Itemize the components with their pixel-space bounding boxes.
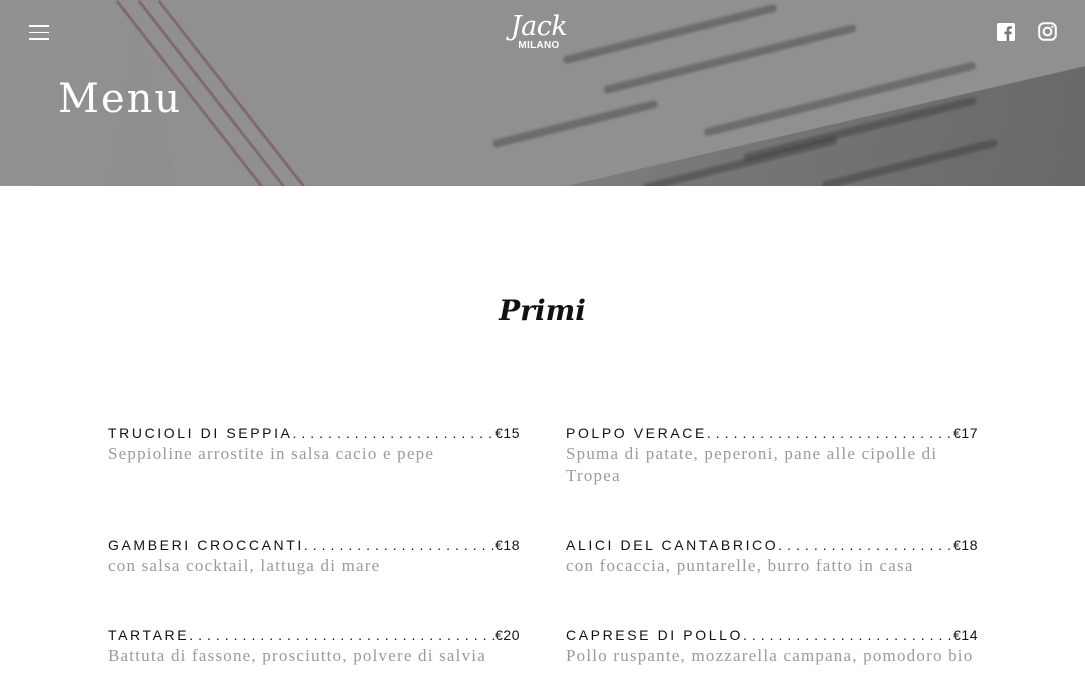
section-title: Primi (499, 294, 586, 327)
menu-item-description: con focaccia, puntarelle, burro fatto in… (566, 556, 914, 575)
hamburger-line (29, 31, 49, 33)
menu-item-leader-dots: ........................................… (742, 627, 953, 643)
menu-item: TARTARE ................................… (108, 627, 520, 667)
menu-item-leader-dots: ........................................… (303, 537, 495, 553)
menu-item: CAPRESE DI POLLO .......................… (566, 627, 978, 667)
logo-script: Jack (510, 11, 568, 42)
instagram-icon[interactable] (1038, 22, 1057, 41)
hamburger-line (29, 25, 49, 27)
menu-item-description: Spuma di patate, peperoni, pane alle cip… (566, 444, 938, 485)
menu-item-price: €18 (495, 537, 520, 553)
menu-item-name: TARTARE (108, 627, 190, 643)
menu-item-leader-dots: ........................................… (189, 627, 495, 643)
menu-item-name: POLPO VERACE (566, 425, 707, 441)
menu-item-description: con salsa cocktail, lattuga di mare (108, 556, 381, 575)
facebook-icon[interactable] (997, 23, 1015, 41)
menu-item: GAMBERI CROCCANTI ......................… (108, 537, 520, 577)
menu-item-name: GAMBERI CROCCANTI (108, 537, 304, 553)
menu-item: TRUCIOLI DI SEPPIA .....................… (108, 425, 520, 465)
menu-item-price: €20 (495, 627, 520, 643)
hero-banner: Jack MILANO Menu (0, 0, 1085, 186)
menu-item-name: ALICI DEL CANTABRICO (566, 537, 779, 553)
menu-item-price: €14 (953, 627, 978, 643)
menu-item-description: Battuta di fassone, prosciutto, polvere … (108, 646, 486, 665)
hamburger-icon[interactable] (29, 25, 49, 41)
menu-item-leader-dots: ........................................… (778, 537, 954, 553)
menu-item-price: €15 (495, 425, 520, 441)
menu-item-name: TRUCIOLI DI SEPPIA (108, 425, 293, 441)
page-title: Menu (58, 76, 183, 122)
site-logo[interactable]: Jack MILANO (508, 11, 570, 52)
menu-item-leader-dots: ........................................… (706, 425, 953, 441)
menu-item-price: €17 (953, 425, 978, 441)
menu-item: ALICI DEL CANTABRICO ...................… (566, 537, 978, 577)
menu-item-name: CAPRESE DI POLLO (566, 627, 743, 643)
menu-item-price: €18 (953, 537, 978, 553)
hamburger-line (29, 38, 49, 40)
menu-item: POLPO VERACE ...........................… (566, 425, 978, 487)
menu-item-description: Pollo ruspante, mozzarella campana, pomo… (566, 646, 974, 665)
menu-item-description: Seppioline arrostite in salsa cacio e pe… (108, 444, 435, 463)
menu-item-leader-dots: ........................................… (292, 425, 496, 441)
